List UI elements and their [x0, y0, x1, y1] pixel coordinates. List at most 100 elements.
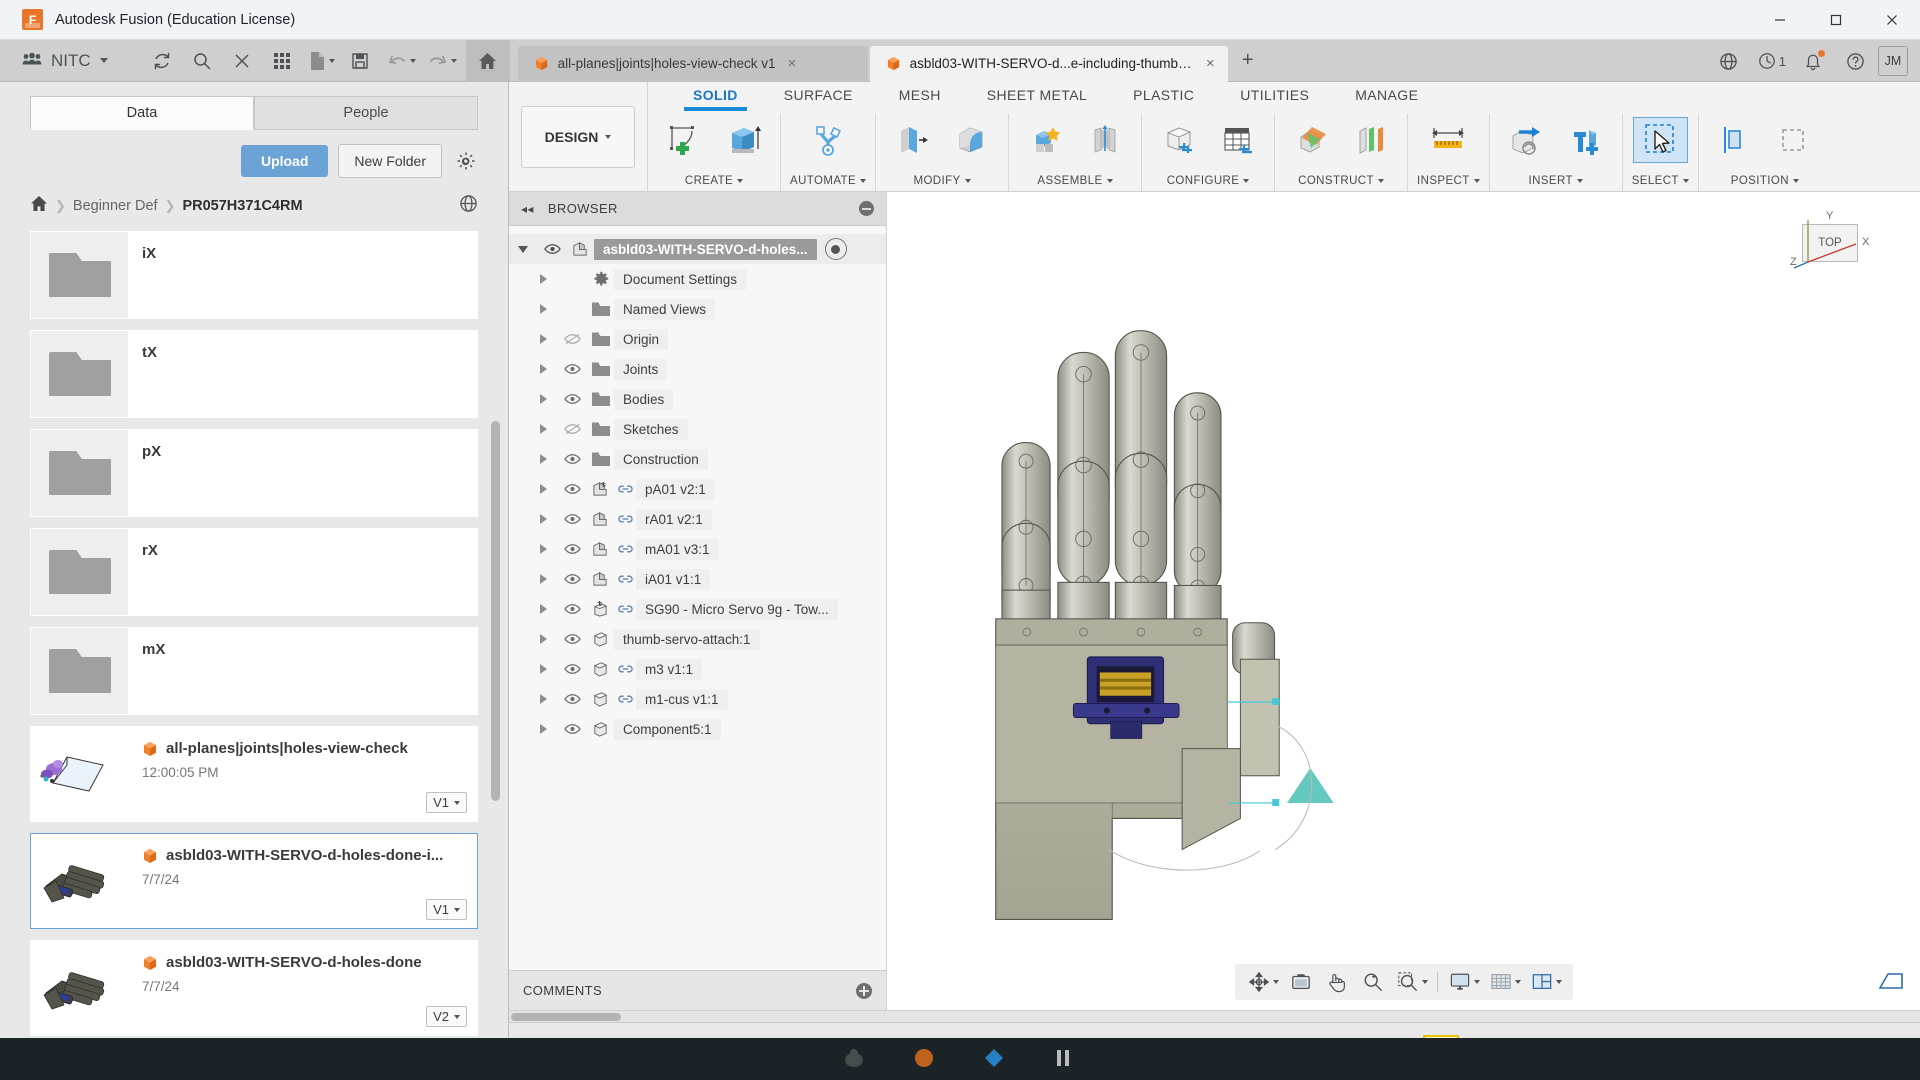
add-comment-icon[interactable]: [856, 982, 872, 999]
redo-icon[interactable]: [422, 44, 461, 78]
document-tab-1[interactable]: asbld03-WITH-SERVO-d...e-including-thumb…: [869, 45, 1228, 82]
timeline-scrollbar[interactable]: [509, 1010, 1920, 1022]
tab-data[interactable]: Data: [30, 96, 254, 130]
panel-position-label[interactable]: POSITION: [1731, 175, 1799, 191]
expand-toggle[interactable]: [529, 664, 557, 674]
extrude-icon[interactable]: [716, 117, 771, 163]
browser-tree[interactable]: asbld03-WITH-SERVO-d-holes... Document S…: [509, 226, 886, 970]
zoom-icon[interactable]: [1356, 967, 1390, 997]
expand-toggle[interactable]: [529, 634, 557, 644]
eye-icon[interactable]: [557, 483, 587, 495]
offset-plane-icon[interactable]: [1284, 117, 1339, 163]
list-item[interactable]: iX: [30, 231, 478, 319]
viewports-icon[interactable]: [1526, 967, 1565, 997]
expand-toggle[interactable]: [529, 274, 557, 284]
expand-toggle[interactable]: [529, 694, 557, 704]
eye-icon[interactable]: [557, 693, 587, 705]
pan-icon[interactable]: [1320, 967, 1354, 997]
eye-icon[interactable]: [557, 633, 587, 645]
tree-node-m1-cus[interactable]: m1-cus v1:1: [509, 684, 886, 714]
panel-select-label[interactable]: SELECT: [1632, 175, 1689, 191]
eye-hidden-icon[interactable]: [557, 333, 587, 345]
tree-node-m3[interactable]: m3 v1:1: [509, 654, 886, 684]
insert-mcmaster-icon[interactable]: [1558, 117, 1613, 163]
expand-toggle[interactable]: [529, 544, 557, 554]
globe-icon[interactable]: [459, 194, 478, 217]
eye-icon[interactable]: [537, 243, 567, 255]
avatar[interactable]: JM: [1878, 46, 1908, 76]
breadcrumb-item-1[interactable]: PR057H371C4RM: [182, 198, 302, 214]
joint-icon[interactable]: [1077, 117, 1132, 163]
expand-toggle[interactable]: [529, 604, 557, 614]
comments-bar[interactable]: COMMENTS: [509, 970, 886, 1010]
eye-icon[interactable]: [557, 513, 587, 525]
tree-node-named-views[interactable]: Named Views: [509, 294, 886, 324]
expand-toggle[interactable]: [529, 574, 557, 584]
panel-create-label[interactable]: CREATE: [685, 175, 744, 191]
tree-node-bodies[interactable]: Bodies: [509, 384, 886, 414]
upload-button[interactable]: Upload: [240, 145, 329, 177]
eye-icon[interactable]: [557, 603, 587, 615]
look-at-icon[interactable]: [1284, 967, 1318, 997]
list-item[interactable]: mX: [30, 627, 478, 715]
expand-toggle[interactable]: [529, 394, 557, 404]
list-item[interactable]: asbld03-WITH-SERVO-d-holes-done 7/7/24 V…: [30, 940, 478, 1036]
taskbar-icon-3[interactable]: [981, 1045, 1009, 1073]
eye-icon[interactable]: [557, 393, 587, 405]
panel-construct-label[interactable]: CONSTRUCT: [1298, 175, 1384, 191]
tree-node-joints[interactable]: Joints: [509, 354, 886, 384]
version-chip[interactable]: V1: [426, 899, 467, 920]
taskbar-icon-4[interactable]: [1051, 1045, 1079, 1073]
plane-along-path-icon[interactable]: [1343, 117, 1398, 163]
home-icon[interactable]: [30, 195, 48, 216]
minimize-circle-icon[interactable]: [859, 201, 874, 216]
automate-icon[interactable]: [801, 117, 856, 163]
list-item[interactable]: all-planes|joints|holes-view-check 12:00…: [30, 726, 478, 822]
eye-icon[interactable]: [557, 543, 587, 555]
view-cube[interactable]: TOP Y X Z: [1788, 210, 1869, 274]
tree-node-document-settings[interactable]: Document Settings: [509, 264, 886, 294]
close-button[interactable]: [1864, 0, 1920, 40]
align-icon[interactable]: [1708, 117, 1763, 163]
close-icon[interactable]: ×: [1203, 55, 1218, 72]
breadcrumb-item-0[interactable]: Beginner Def: [73, 198, 158, 214]
ribbon-tab-solid[interactable]: SOLID: [670, 82, 761, 111]
panel-assemble-label[interactable]: ASSEMBLE: [1037, 175, 1113, 191]
select-icon[interactable]: [1632, 117, 1688, 163]
expand-toggle[interactable]: [529, 514, 557, 524]
panel-configure-label[interactable]: CONFIGURE: [1167, 175, 1250, 191]
press-pull-icon[interactable]: [885, 117, 940, 163]
new-document-icon[interactable]: [303, 44, 339, 78]
panel-insert-label[interactable]: INSERT: [1529, 175, 1583, 191]
close-icon[interactable]: ×: [785, 55, 800, 72]
eye-icon[interactable]: [557, 363, 587, 375]
notifications-icon[interactable]: [1794, 44, 1832, 78]
grid-icon[interactable]: [263, 44, 301, 78]
new-tab-button[interactable]: +: [1230, 40, 1266, 82]
collapse-left-icon[interactable]: ◂◂: [521, 202, 534, 216]
extensions-icon[interactable]: [1710, 44, 1748, 78]
expand-toggle[interactable]: [529, 304, 557, 314]
expand-toggle[interactable]: [529, 724, 557, 734]
panel-modify-label[interactable]: MODIFY: [913, 175, 971, 191]
eye-icon[interactable]: [557, 663, 587, 675]
data-panel-list[interactable]: iX tX pX rX mX all-planes|joints|holes-v…: [0, 231, 508, 1080]
expand-toggle[interactable]: [509, 245, 537, 253]
new-folder-button[interactable]: New Folder: [338, 144, 442, 178]
expand-toggle[interactable]: [529, 454, 557, 464]
tree-node-root[interactable]: asbld03-WITH-SERVO-d-holes...: [509, 234, 886, 264]
eye-icon[interactable]: [557, 453, 587, 465]
expand-toggle[interactable]: [529, 364, 557, 374]
expand-toggle[interactable]: [529, 334, 557, 344]
ribbon-tab-utilities[interactable]: UTILITIES: [1217, 82, 1332, 108]
design-workspace-button[interactable]: DESIGN: [521, 105, 635, 168]
grid-snaps-icon[interactable]: [1485, 967, 1524, 997]
tree-node-sketches[interactable]: Sketches: [509, 414, 886, 444]
undo-icon[interactable]: [381, 44, 420, 78]
version-chip[interactable]: V1: [426, 792, 467, 813]
minimize-button[interactable]: [1752, 0, 1808, 40]
taskbar-icon-1[interactable]: [841, 1045, 869, 1073]
3d-viewport[interactable]: TOP Y X Z: [887, 192, 1920, 1010]
workspace-switcher[interactable]: DESIGN: [509, 82, 647, 191]
new-component-icon[interactable]: [1018, 117, 1073, 163]
